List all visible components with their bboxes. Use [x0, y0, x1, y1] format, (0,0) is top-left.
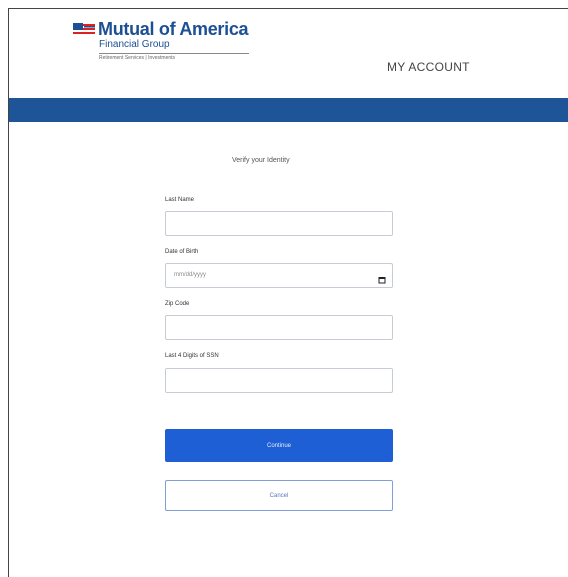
- brand-name: Mutual of America: [98, 19, 249, 39]
- ssn-label: Last 4 Digits of SSN: [165, 353, 219, 359]
- my-account-heading: MY ACCOUNT: [387, 60, 470, 74]
- dob-placeholder: mm/dd/yyyy: [174, 272, 207, 278]
- form-title: Verify your Identity: [232, 157, 290, 164]
- calendar-icon[interactable]: [378, 271, 386, 284]
- last-name-label: Last Name: [165, 197, 195, 203]
- zip-label: Zip Code: [165, 301, 190, 307]
- dob-input[interactable]: mm/dd/yyyy: [165, 263, 393, 288]
- brand-sub: Financial Group: [99, 39, 170, 50]
- zip-input[interactable]: [165, 315, 393, 340]
- flag-icon: [73, 22, 95, 37]
- dob-label: Date of Birth: [165, 249, 199, 255]
- continue-button[interactable]: Continue: [165, 429, 393, 462]
- brand-divider: [99, 53, 249, 54]
- brand-logo: Mutual of America Financial Group Retire…: [73, 19, 249, 61]
- brand-tagline: Retirement Services | Investments: [99, 55, 176, 61]
- last-name-input[interactable]: [165, 211, 393, 236]
- cancel-button[interactable]: Cancel: [165, 480, 393, 511]
- header-banner: [9, 98, 568, 122]
- ssn-input[interactable]: [165, 368, 393, 393]
